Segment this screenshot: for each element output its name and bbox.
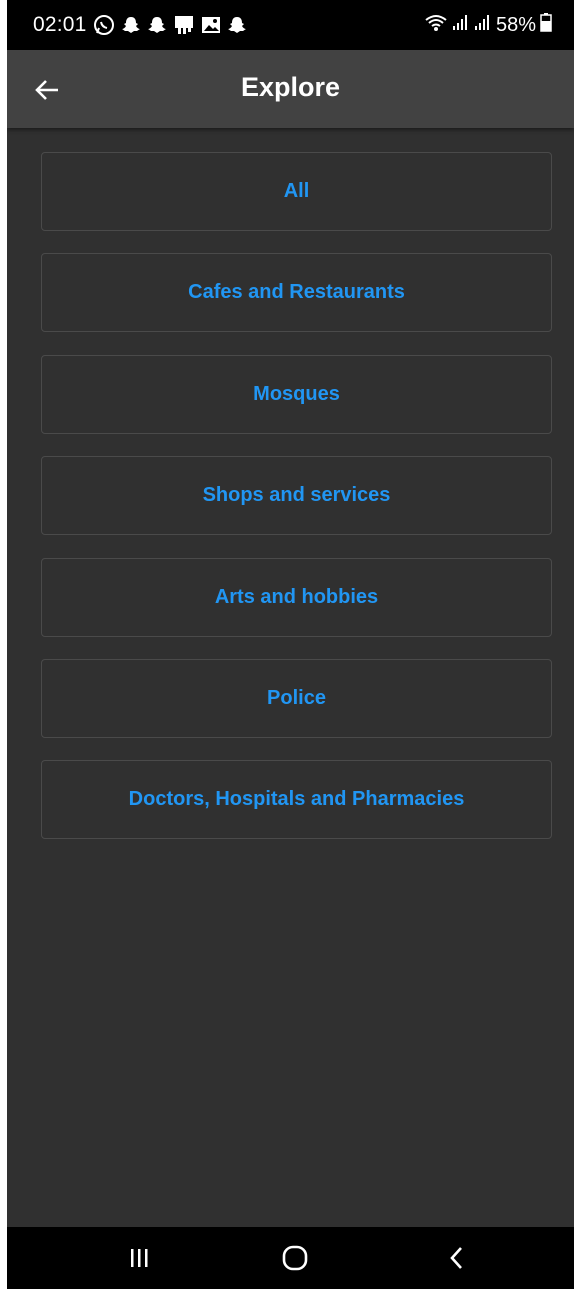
signal-icon [474, 12, 492, 38]
status-time: 02:01 [33, 13, 87, 36]
category-label: All [283, 180, 310, 202]
category-label: Shops and services [202, 484, 391, 507]
category-button-arts[interactable]: Arts and hobbies [41, 557, 552, 637]
category-button-police[interactable]: Police [41, 658, 552, 738]
wifi-icon [424, 12, 448, 38]
battery-percent: 58% [495, 13, 536, 36]
nav-back-button[interactable] [417, 1227, 497, 1289]
home-button[interactable] [255, 1227, 335, 1289]
page-title: Explore [240, 72, 341, 102]
status-right: 58% [424, 12, 552, 38]
whatsapp-icon [93, 14, 115, 36]
category-label: Doctors, Hospitals and Pharmacies [128, 788, 465, 811]
notification-icons [93, 14, 247, 36]
category-button-mosques[interactable]: Mosques [41, 354, 552, 434]
battery-icon [540, 12, 552, 38]
category-label: Mosques [253, 382, 340, 405]
category-button-cafes[interactable]: Cafes and Restaurants [41, 253, 552, 333]
snapchat-icon [147, 15, 167, 35]
category-label: Police [267, 686, 326, 709]
category-list: All Cafes and Restaurants Mosques Shops … [41, 152, 552, 862]
category-button-shops[interactable]: Shops and services [41, 456, 552, 536]
category-label: Arts and hobbies [214, 585, 379, 608]
gallery-icon [201, 15, 221, 35]
recent-apps-icon [131, 1249, 148, 1267]
snapchat-icon [121, 15, 141, 35]
category-label: Cafes and Restaurants [188, 281, 405, 304]
status-bar: 02:01 58% [7, 0, 574, 50]
home-icon [282, 1245, 308, 1271]
navigation-bar [7, 1227, 574, 1289]
phone-screen: 02:01 58% Explore All Cafes and Restaura… [7, 0, 574, 1289]
category-button-doctors[interactable]: Doctors, Hospitals and Pharmacies [41, 760, 552, 840]
snapchat-icon [227, 15, 247, 35]
signal-icon [452, 12, 470, 38]
recent-apps-button[interactable] [99, 1227, 179, 1289]
back-icon [450, 1247, 462, 1269]
app-bar: Explore [7, 50, 574, 128]
notification-icon [173, 14, 195, 36]
category-button-all[interactable]: All [41, 152, 552, 231]
